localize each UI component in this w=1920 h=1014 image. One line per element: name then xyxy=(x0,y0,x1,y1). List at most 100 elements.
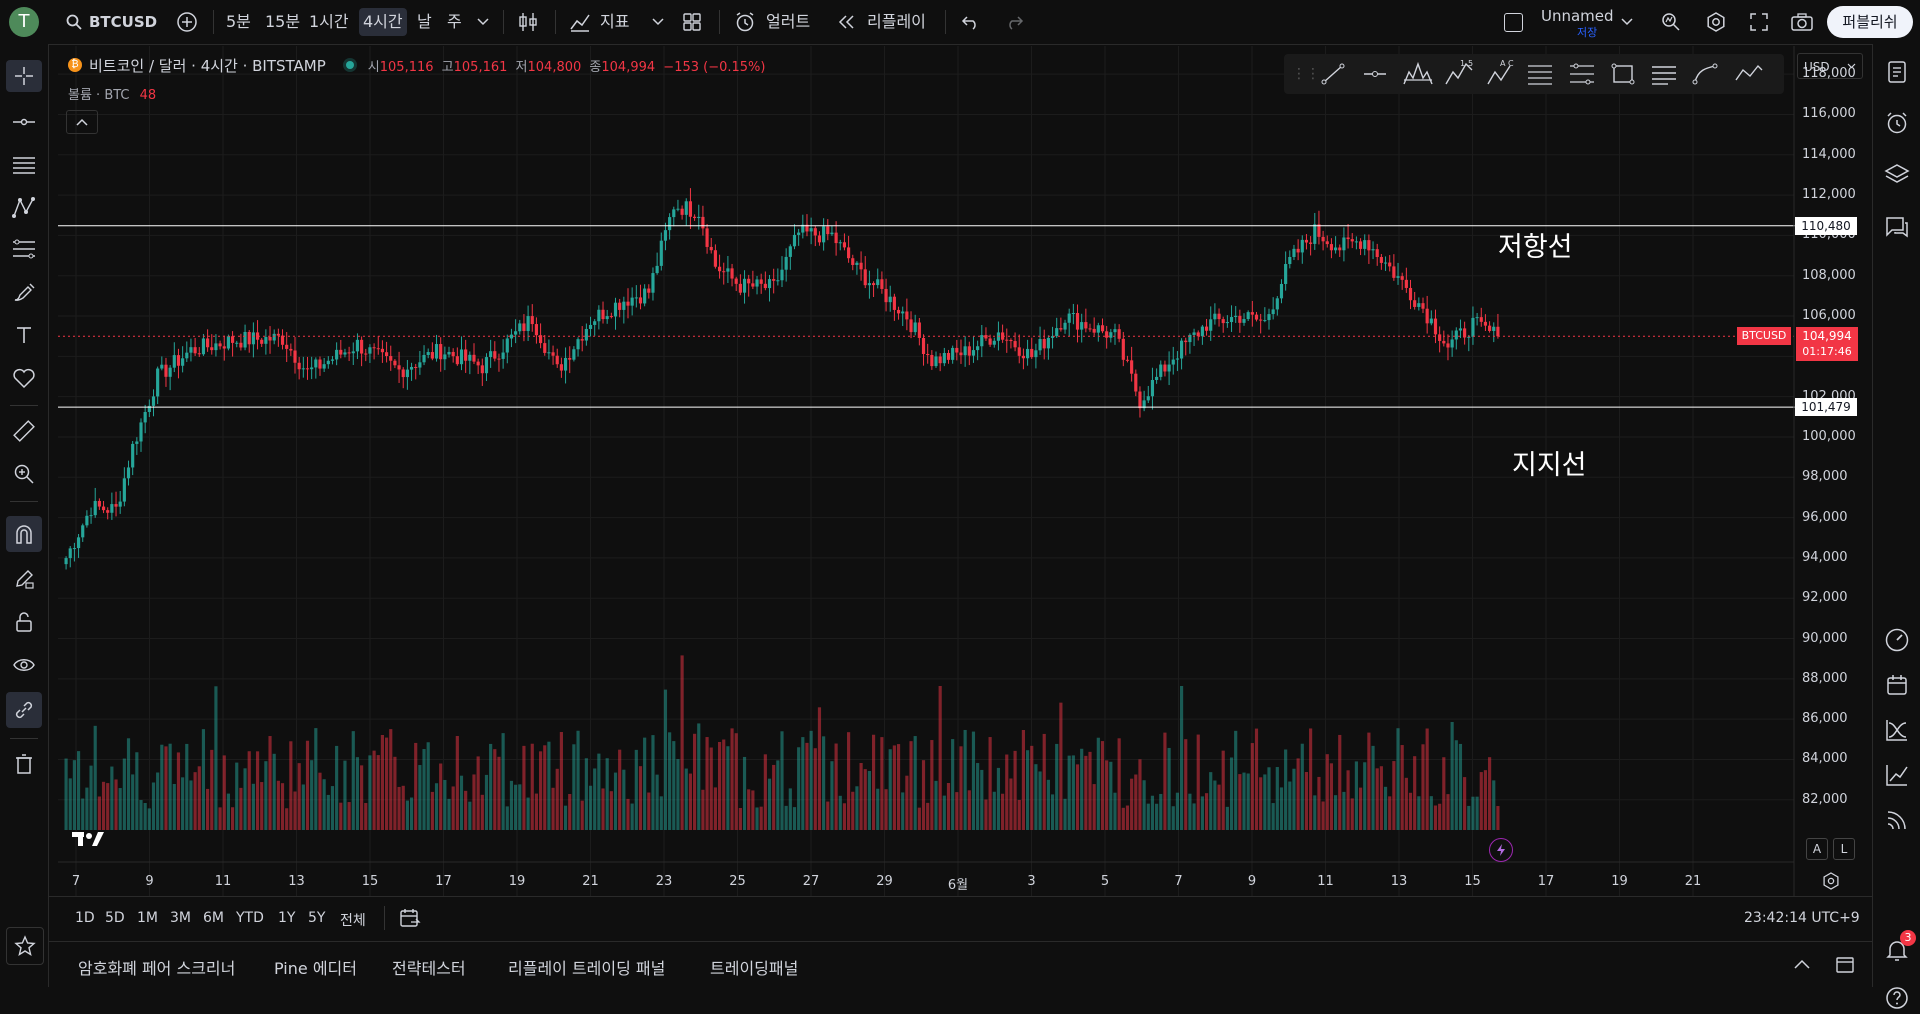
range-all[interactable]: 전체 xyxy=(340,910,366,930)
strategy-icon[interactable] xyxy=(1881,714,1913,746)
alarm-icon[interactable] xyxy=(733,10,757,34)
replay-icon[interactable] xyxy=(836,11,858,33)
trend-line-icon[interactable] xyxy=(1320,62,1346,86)
fib-levels-icon[interactable] xyxy=(1526,62,1554,86)
alert-clock-icon[interactable] xyxy=(1881,107,1913,139)
tab-pine-editor[interactable]: Pine 에디터 xyxy=(274,955,357,979)
layout-grid-icon[interactable] xyxy=(681,11,703,33)
collapse-legend-icon[interactable] xyxy=(66,110,98,134)
projection-icon[interactable] xyxy=(1734,62,1764,86)
quick-search-icon[interactable] xyxy=(1659,10,1683,34)
user-avatar[interactable]: T xyxy=(9,7,39,37)
price-chart[interactable] xyxy=(58,46,1870,916)
replay-button[interactable]: 리플레이 xyxy=(867,8,926,36)
layout-checkbox[interactable] xyxy=(1504,13,1523,32)
interval-week[interactable]: 주 xyxy=(447,8,462,36)
interval-15m[interactable]: 15분 xyxy=(265,8,300,36)
volume-bar xyxy=(1413,756,1417,830)
pattern-icon[interactable] xyxy=(6,192,42,224)
heart-icon[interactable] xyxy=(6,362,42,394)
range-ytd[interactable]: YTD xyxy=(236,910,264,926)
drag-handle-icon[interactable]: ⋮⋮ xyxy=(1292,66,1320,82)
tab-strategy-tester[interactable]: 전략테스터 xyxy=(392,955,466,979)
range-1y[interactable]: 1Y xyxy=(278,910,295,926)
range-3m[interactable]: 3M xyxy=(170,910,191,926)
interval-5m[interactable]: 5분 xyxy=(226,8,251,36)
compare-add-icon[interactable] xyxy=(176,11,198,33)
layers-icon[interactable] xyxy=(1881,158,1913,190)
zoom-in-icon[interactable] xyxy=(6,458,42,490)
head-shoulders-icon[interactable] xyxy=(1402,60,1434,88)
volume-bar xyxy=(360,765,364,830)
indicators-icon[interactable] xyxy=(568,10,592,34)
interval-day[interactable]: 날 xyxy=(417,8,432,36)
broadcast-icon[interactable] xyxy=(1881,804,1913,836)
undo-icon[interactable] xyxy=(960,11,982,33)
layout-name[interactable]: Unnamed xyxy=(1541,7,1614,25)
fullscreen-icon[interactable] xyxy=(1747,10,1771,34)
chat-icon[interactable] xyxy=(1881,211,1913,243)
symbol-title[interactable]: 비트코인 / 달러 · 4시간 · BITSTAMP xyxy=(89,55,326,76)
ruler-icon[interactable] xyxy=(6,415,42,447)
candle-body xyxy=(434,344,439,359)
volume-bar xyxy=(742,756,747,830)
volume-bar xyxy=(1454,740,1458,830)
alert-button[interactable]: 얼러트 xyxy=(766,8,810,36)
calendar-icon[interactable] xyxy=(1881,669,1913,701)
interval-4h[interactable]: 4시간 xyxy=(359,8,407,36)
brush-icon[interactable] xyxy=(6,276,42,308)
chart-settings-icon[interactable] xyxy=(1820,870,1842,892)
range-5y[interactable]: 5Y xyxy=(308,910,325,926)
elliott-wave-icon[interactable]: 15 xyxy=(1444,58,1474,88)
maximize-panel-icon[interactable] xyxy=(1834,954,1856,976)
settings-gear-icon[interactable] xyxy=(1704,10,1728,34)
chevron-up-icon[interactable] xyxy=(1792,954,1812,974)
chevron-down-icon[interactable] xyxy=(476,15,490,29)
horizontal-ray-icon[interactable] xyxy=(6,106,42,138)
range-1d[interactable]: 1D xyxy=(75,910,95,926)
redo-icon[interactable] xyxy=(1003,11,1025,33)
clock-timezone[interactable]: 23:42:14 UTC+9 xyxy=(1744,910,1860,926)
volume-bar xyxy=(747,789,751,830)
search-icon[interactable] xyxy=(64,12,84,32)
range-1m[interactable]: 1M xyxy=(137,910,158,926)
tab-crypto-screener[interactable]: 암호화폐 페어 스크리너 xyxy=(78,955,235,979)
abc-pattern-icon[interactable]: AC xyxy=(1486,58,1516,88)
interval-1h[interactable]: 1시간 xyxy=(309,8,349,36)
watchlist-icon[interactable] xyxy=(1881,56,1913,88)
chevron-down-icon[interactable] xyxy=(651,15,665,29)
speedometer-icon[interactable] xyxy=(1881,624,1913,656)
publish-button[interactable]: 퍼블리쉬 xyxy=(1827,6,1913,38)
fib-retracement-icon[interactable] xyxy=(6,233,42,265)
range-6m[interactable]: 6M xyxy=(203,910,224,926)
log-scale-button[interactable]: L xyxy=(1833,838,1855,860)
crosshair-icon[interactable] xyxy=(6,60,42,92)
camera-icon[interactable] xyxy=(1789,10,1815,34)
rectangle-icon[interactable] xyxy=(1610,62,1636,86)
pencil-lock-icon[interactable] xyxy=(6,563,42,595)
text-tool-icon[interactable] xyxy=(6,319,42,351)
link-icon[interactable] xyxy=(6,692,42,728)
lock-icon[interactable] xyxy=(6,606,42,638)
curve-icon[interactable] xyxy=(1692,62,1718,86)
magnet-icon[interactable] xyxy=(6,516,42,552)
parallel-channel-icon[interactable] xyxy=(6,149,42,181)
lightning-icon[interactable] xyxy=(1489,838,1513,862)
tab-replay-trading[interactable]: 리플레이 트레이딩 패널 xyxy=(508,955,665,979)
chevron-down-icon[interactable] xyxy=(1620,15,1634,29)
range-5d[interactable]: 5D xyxy=(105,910,125,926)
candlestick-type-icon[interactable] xyxy=(516,10,540,34)
eye-icon[interactable] xyxy=(6,649,42,681)
text-lines-icon[interactable] xyxy=(1650,62,1678,86)
symbol-search[interactable]: BTCUSD xyxy=(89,8,157,36)
indicators-button[interactable]: 지표 xyxy=(600,8,629,36)
trend-analysis-icon[interactable] xyxy=(1881,759,1913,791)
horizontal-line-icon[interactable] xyxy=(1362,62,1388,86)
goto-date-icon[interactable] xyxy=(398,906,422,930)
fib-channel-icon[interactable] xyxy=(1568,62,1596,86)
star-icon[interactable] xyxy=(6,927,44,965)
trash-icon[interactable] xyxy=(6,748,42,780)
tab-trading-panel[interactable]: 트레이딩패널 xyxy=(710,955,798,979)
toolbar-divider xyxy=(10,738,38,739)
auto-scale-button[interactable]: A xyxy=(1806,838,1828,860)
